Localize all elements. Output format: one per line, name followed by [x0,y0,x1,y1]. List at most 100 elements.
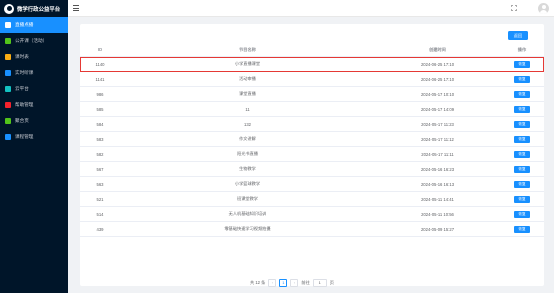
restore-button[interactable]: 恢复 [514,150,530,158]
page-suffix: 页 [329,279,334,285]
sidebar-item-0[interactable]: 直播点播 [0,17,68,33]
schedule-icon [5,54,11,60]
brand-title: 微学行政公益平台 [17,6,61,13]
row-op: 恢复 [500,222,544,236]
row-time: 2024-05-17 10:10 [420,91,455,97]
row-name: 活动审播 [239,76,256,81]
row-id: 1141 [95,76,105,82]
sidebar-item-label: 课程管理 [15,134,34,139]
table-body: 1140 小学直播课堂 2024-06-25 17:10 恢复 1141 活动审播 2024… [80,57,544,237]
restore-button[interactable]: 恢复 [514,165,530,173]
row-id: 439 [96,226,104,232]
table-row: 583 作文讲解 2024-05-17 11:12 恢复 [80,132,544,147]
restore-button[interactable]: 恢复 [514,210,530,218]
row-id: 563 [96,181,104,187]
goto-page-input[interactable]: 1 [312,278,327,287]
table-row: 986 课堂直播 2024-05-17 10:10 恢复 [80,87,544,102]
listen-icon [5,70,11,76]
sidebar-item-3[interactable]: 实时听课 [0,65,68,81]
goto-label: 前往 [301,279,310,285]
sidebar-item-label: 课时表 [15,54,29,59]
brand-logo-icon [4,3,14,14]
row-op: 恢复 [500,162,544,176]
next-page-button[interactable]: › [290,278,299,287]
header-op: 操作 [517,46,527,52]
row-time: 2024-06-25 17:10 [420,61,455,67]
restore-button[interactable]: 恢复 [514,195,530,203]
row-id: 582 [96,151,104,157]
row-name: 132 [244,121,251,127]
prev-page-button[interactable]: ‹ [268,278,277,287]
content-card: 返回 ID 节目名称 创建时间 操作 1140 小学直播课堂 2024-06-25 … [80,24,544,287]
restore-button[interactable]: 恢复 [514,105,530,113]
table-row: 439 零基础快速学习视频拍摄 2024-05-09 15:27 恢复 [80,222,544,237]
row-time: 2024-05-09 15:27 [420,226,455,232]
table-row: 521 班课堂教学 2024-05-11 14:41 恢复 [80,192,544,207]
row-time: 2024-05-11 14:41 [421,196,454,202]
sidebar-item-4[interactable]: 云平台 [0,81,68,97]
sidebar-item-label: 帮助管理 [15,102,34,107]
page-number-button[interactable]: 1 [279,278,288,287]
table-row: 567 生物教学 2024-05-16 16:23 恢复 [80,162,544,177]
restore-button[interactable]: 恢复 [514,225,530,233]
restore-button[interactable]: 恢复 [514,120,530,128]
row-id: 521 [96,196,104,202]
top-bar [68,0,554,17]
row-op: 恢复 [500,177,544,191]
fullscreen-icon[interactable] [511,5,517,11]
sidebar-item-5[interactable]: 帮助管理 [0,97,68,113]
row-name: 班课堂教学 [237,196,258,201]
row-name: 小学篮球教学 [234,181,261,186]
restore-button[interactable]: 恢复 [514,180,530,188]
row-time: 2024-06-25 17:10 [420,76,455,82]
back-button[interactable]: 返回 [508,31,528,40]
row-time: 2024-05-16 16:23 [420,166,455,172]
restore-button[interactable]: 恢复 [514,60,530,68]
sidebar-item-label: 聚合页 [15,118,29,123]
row-op: 恢复 [500,147,544,161]
row-time: 2024-05-16 16:13 [420,181,455,187]
live-icon [5,22,11,28]
row-id: 584 [96,121,104,127]
row-op: 恢复 [500,102,544,116]
sidebar-item-label: 公开课（活动） [15,38,48,43]
row-id: 583 [96,136,104,142]
row-time: 2024-05-17 11:23 [421,121,454,127]
sidebar-item-label: 直播点播 [15,22,34,27]
restore-button[interactable]: 恢复 [514,90,530,98]
row-name: 作文讲解 [239,136,256,141]
header-time: 创建时间 [429,46,446,52]
table-row: 585 11 2024-05-17 14:09 恢复 [80,102,544,117]
row-op: 恢复 [500,192,544,206]
pagination-total: 共 12 条 [250,279,266,285]
table-row: 582 阳光书直播 2024-05-17 11:11 恢复 [80,147,544,162]
sidebar-item-7[interactable]: 课程管理 [0,129,68,145]
row-time: 2024-05-17 11:11 [421,151,454,157]
sidebar-item-1[interactable]: 公开课（活动） [0,33,68,49]
table-row: 514 无人机基础知识培训 2024-05-11 10:56 恢复 [80,207,544,222]
row-op: 恢复 [500,207,544,221]
row-name: 11 [245,106,250,112]
table-header: ID 节目名称 创建时间 操作 [80,43,544,57]
row-name: 无人机基础知识培训 [228,211,267,216]
table-row: 1141 活动审播 2024-06-25 17:10 恢复 [80,72,544,87]
restore-button[interactable]: 恢复 [514,135,530,143]
row-time: 2024-05-17 11:12 [421,136,454,142]
cloud-icon [5,86,11,92]
row-name: 零基础快速学习视频拍摄 [224,226,271,231]
restore-button[interactable]: 恢复 [514,75,530,83]
menu-toggle-icon[interactable] [73,5,79,11]
row-id: 567 [96,166,104,172]
program-table: ID 节目名称 创建时间 操作 1140 小学直播课堂 2024-06-25 17:… [80,43,544,237]
aggregate-icon [5,118,11,124]
row-name: 生物教学 [239,166,256,171]
header-name: 节目名称 [239,46,256,52]
sidebar-menu: 直播点播公开课（活动） 课时表实时听课 云平台帮助管理聚合页课程管理 [0,17,68,145]
row-name: 阳光书直播 [237,151,258,156]
avatar[interactable] [538,3,549,14]
sidebar-item-2[interactable]: 课时表 [0,49,68,65]
row-name: 小学直播课堂 [234,61,261,66]
sidebar-item-6[interactable]: 聚合页 [0,113,68,129]
table-row: 563 小学篮球教学 2024-05-16 16:13 恢复 [80,177,544,192]
help-icon [5,102,11,108]
